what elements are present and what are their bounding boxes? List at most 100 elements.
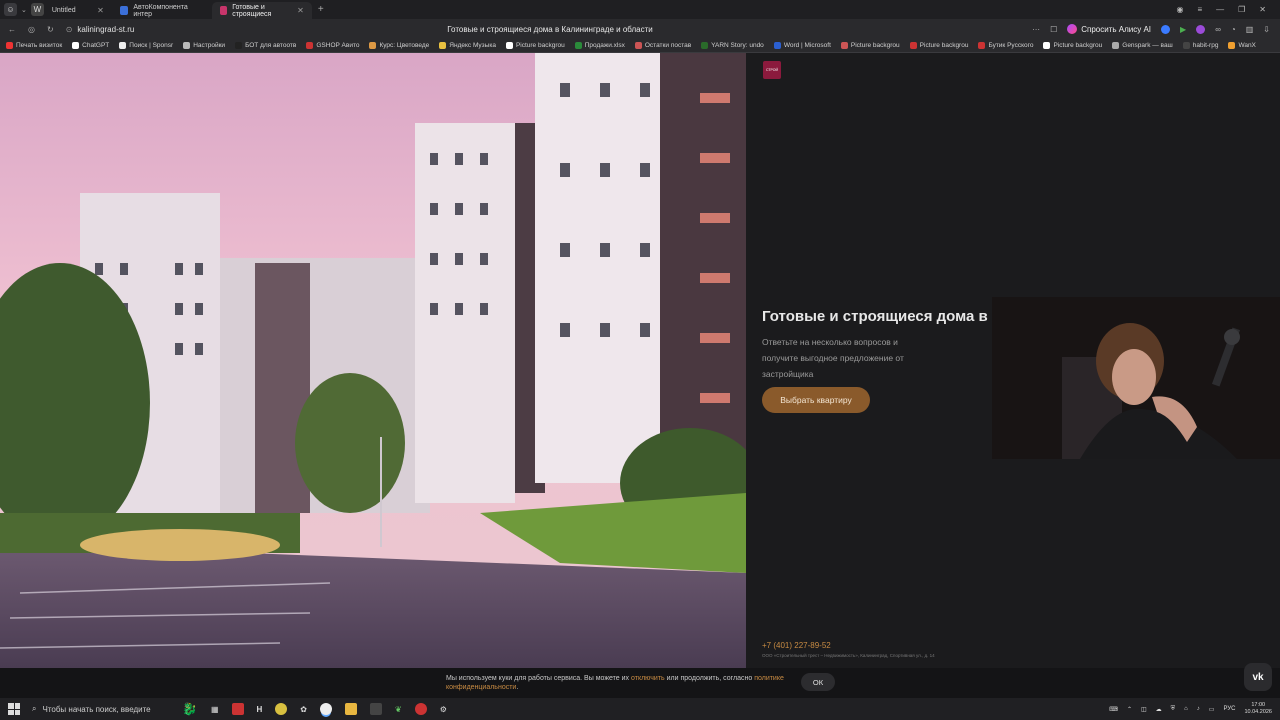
bookmark-label: Поиск | Sponsr [129,42,174,49]
bookmark-item[interactable]: Продажи.xlsx [574,42,625,49]
ask-alice-button[interactable]: Спросить Алису AI [1067,24,1151,34]
battery-icon[interactable]: ▭ [1209,706,1215,713]
bookmark-item[interactable]: Genspark — ваш [1112,42,1173,49]
system-tray: ⌨ ⌃ ◫ ☁ ⛨ ⌂ ♪ ▭ РУС 17:00 10.04.2026 [1109,702,1280,716]
site-logo[interactable]: СТРОЙ [763,61,781,79]
bookmark-favicon-icon [909,42,917,49]
bookmark-item[interactable]: Остатки постав [634,42,691,49]
bookmark-favicon-icon [119,42,127,49]
hero-subtitle: Ответьте на несколько вопросов и получит… [762,337,904,379]
tray-cloud-icon[interactable]: ☁ [1156,706,1162,713]
extensions-icon[interactable]: ◉ [1176,5,1183,14]
language-indicator[interactable]: РУС [1223,706,1235,712]
vk-icon[interactable]: vk [1244,663,1272,691]
close-icon[interactable]: ✕ [297,6,304,15]
cookie-text-part: или продолжить, согласно [664,675,755,682]
phone-link[interactable]: +7 (401) 227-89-52 [762,641,831,650]
url-text: kaliningrad-st.ru [77,24,135,34]
download-icon[interactable]: ⇩ [1263,25,1270,34]
reload-icon[interactable]: ↻ [47,25,54,34]
bookmark-item[interactable]: БОТ для автоотв [235,42,296,49]
building-illustration [0,53,746,668]
bookmark-item[interactable]: Печать визиток [6,42,62,49]
tab-kaliningrad-st[interactable]: Готовые и строящиеся ✕ [211,2,312,19]
bookmark-item[interactable]: Picture backgrou [909,42,969,49]
bookmark-icon[interactable]: ☐ [1050,25,1057,34]
clock[interactable]: 17:00 10.04.2026 [1244,702,1272,716]
bookmark-label: YARN Story: undo [711,42,764,49]
task-view-icon[interactable]: ▦ [211,705,219,714]
alice-label: Спросить Алису AI [1081,24,1152,34]
bookmark-item[interactable]: Picture backgrou [1043,42,1102,49]
restore-icon[interactable]: ❐ [1238,5,1245,14]
tab-untitled[interactable]: Untitled ✕ [44,2,112,19]
bookmark-item[interactable]: Picture backgrou [840,42,900,49]
tray-chevron-icon[interactable]: ⌃ [1127,706,1132,713]
cookie-ok-button[interactable]: ОК [801,673,835,691]
webcam-overlay [992,297,1280,459]
app-red-icon[interactable] [231,703,244,715]
close-window-icon[interactable]: ✕ [1259,5,1266,14]
bookmark-item[interactable]: Яндекс Музыка [439,42,496,49]
taskbar-apps: ▦ H ✿ ❦ ⚙ [211,703,447,715]
tray-app-icon[interactable]: ◫ [1141,706,1147,713]
play-icon[interactable]: ▶ [1180,25,1186,34]
keyboard-icon[interactable]: ⌨ [1109,706,1118,713]
url-field[interactable]: ⊙ kaliningrad-st.ru [66,25,135,34]
shield-icon[interactable]: ◎ [28,25,35,34]
volume-icon[interactable]: ♪ [1197,706,1200,712]
extension-purple-icon[interactable] [1196,24,1206,34]
close-icon[interactable]: ✕ [97,6,104,15]
windows-start-icon[interactable] [8,703,20,715]
app-yellow-icon[interactable] [275,703,288,715]
lock-icon: ⊙ [65,24,73,34]
workspace-icon[interactable]: W [30,3,44,16]
bookmark-label: ChatGPT [82,42,110,49]
bookmark-item[interactable]: GSHOP Авито [306,42,359,49]
cookie-disable-link[interactable]: отключить [631,675,665,682]
sidebar-icon[interactable]: ▥ [1246,25,1254,34]
bookmark-item[interactable]: habit-rpg [1182,42,1218,49]
dragon-icon: 🐉 [182,702,197,716]
bookmark-item[interactable]: Поиск | Sponsr [119,42,173,49]
back-icon[interactable]: ← [8,25,16,34]
bookmark-label: Picture backgrou [919,42,969,49]
bookmark-favicon-icon [1182,42,1190,49]
bookmark-item[interactable]: Бутик Русского [978,42,1033,49]
search-icon: ⌕ [32,704,37,713]
extension-blue-icon[interactable] [1161,24,1171,34]
bookmark-item[interactable]: Настройки [183,42,225,49]
tray-network-icon[interactable]: ⌂ [1184,706,1188,712]
app-leaf-icon[interactable]: ❦ [395,705,402,714]
bookmark-item[interactable]: Курс: Цветоведе [369,42,429,49]
glasses-icon[interactable]: ∞ [1215,25,1221,34]
choose-apartment-button[interactable]: Выбрать квартиру [762,387,870,413]
tab-avtokomponenta[interactable]: АвтоКомпонента интер [112,2,212,19]
minimize-icon[interactable]: — [1216,5,1224,14]
tab-list-chevron-icon[interactable]: ⌄ [21,6,27,14]
bookmark-item[interactable]: Picture backgrou [505,42,565,49]
more-icon[interactable]: ··· [1032,25,1040,34]
bookmark-label: Picture backgrou [1053,42,1103,49]
app-h-icon[interactable]: H [257,705,263,714]
bookmark-item[interactable]: ChatGPT [72,42,109,49]
new-tab-button[interactable]: + [312,4,330,15]
settings-gear-icon[interactable]: ⚙ [440,705,447,714]
profile-button[interactable]: ☺ [4,3,17,16]
yandex-browser-icon[interactable] [320,703,332,715]
bookmark-label: WanX [1238,42,1256,49]
taskbar-search[interactable]: ⌕ Чтобы начать поиск, введите [32,701,182,717]
history-icon[interactable]: ◔ [1231,25,1236,34]
bookmark-item[interactable]: YARN Story: undo [701,42,764,49]
cookie-text-part: Мы используем куки для работы сервиса. В… [446,675,631,682]
app-dark-icon[interactable] [370,703,382,715]
app-pinwheel-icon[interactable]: ✿ [300,705,307,714]
clock-date: 10.04.2026 [1244,709,1272,715]
menu-icon[interactable]: ≡ [1197,5,1202,14]
bookmark-item[interactable]: WanX [1228,42,1256,49]
app-red-circle-icon[interactable] [414,703,427,715]
tray-shield-icon[interactable]: ⛨ [1171,706,1176,713]
file-explorer-icon[interactable] [345,703,357,715]
bookmark-item[interactable]: Word | Microsoft [773,42,831,49]
tab-title: Untitled [51,7,76,14]
